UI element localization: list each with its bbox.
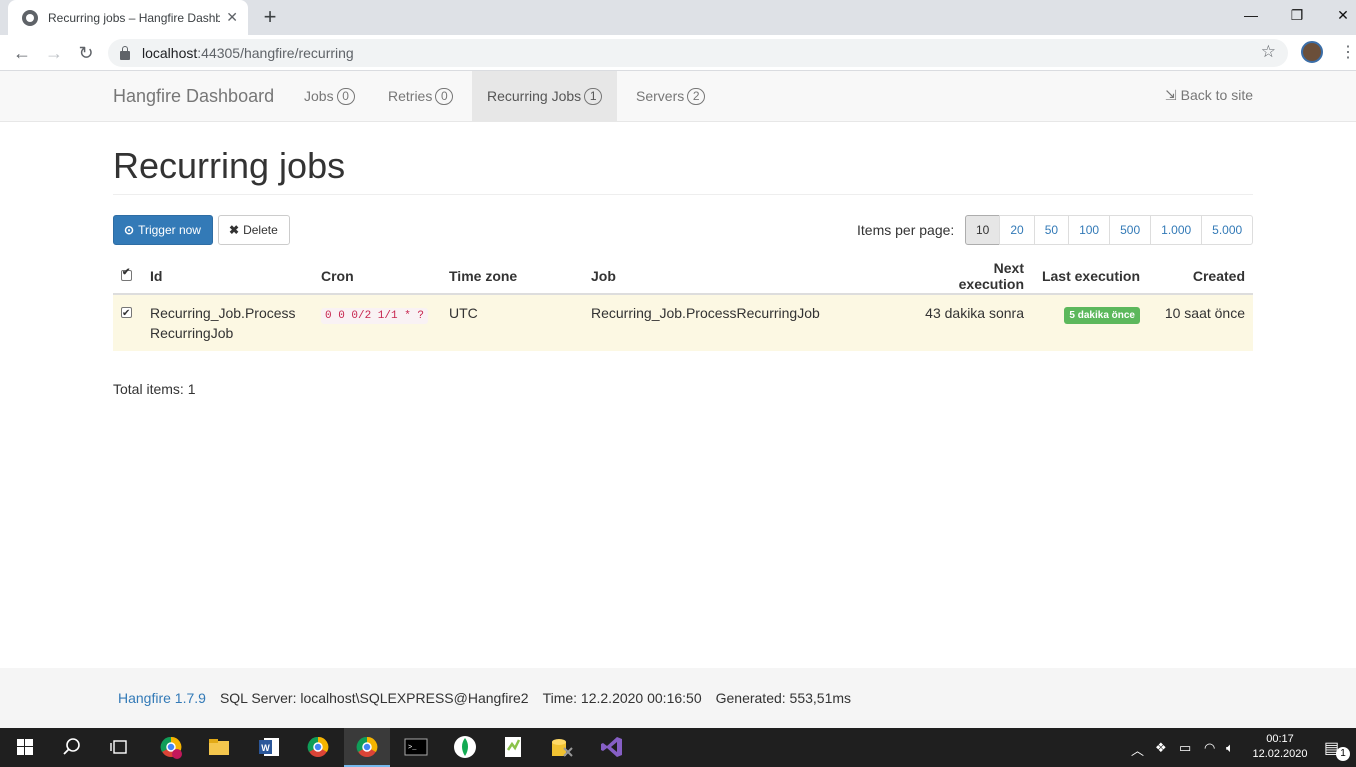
database-tool-icon[interactable] [549,734,575,760]
new-tab-button[interactable]: + [258,4,282,30]
volume-icon[interactable]: 🔈︎ [1226,740,1234,756]
wifi-icon[interactable]: ◠ [1204,740,1215,756]
close-window-button[interactable]: ✕ [1320,0,1356,30]
row-select-cell [113,294,142,351]
browser-tab[interactable]: Recurring jobs – Hangfire Dashbo ✕ [8,0,248,35]
remove-icon: ✖ [229,223,240,237]
svg-text:W: W [261,743,270,753]
page-size-selector: 10 20 50 100 500 1.000 5.000 [965,215,1254,245]
notification-count-badge: 1 [1336,747,1350,761]
tab-title: Recurring jobs – Hangfire Dashbo [48,10,221,25]
job-id-cell: Recurring_Job.Process RecurringJob [142,294,313,351]
page-size-20[interactable]: 20 [999,215,1035,245]
job-id-link[interactable]: Recurring_Job.Process RecurringJob [150,303,305,343]
table-header-row: Id Cron Time zone Job Next execution Las… [113,258,1253,295]
cron-expression: 0 0 0/2 1/1 * ? [321,308,429,324]
cron-cell: 0 0 0/2 1/1 * ? [313,294,441,351]
page-size-50[interactable]: 50 [1033,215,1070,245]
page-title: Recurring jobs [113,145,346,186]
page-size-10[interactable]: 10 [965,215,1001,245]
url-text: localhost:44305/hangfire/recurring [142,45,354,61]
total-items: Total items: 1 [113,381,196,397]
file-explorer-icon[interactable] [206,734,232,760]
page-size-100[interactable]: 100 [1068,215,1111,245]
created-cell: 10 saat önce [1148,294,1253,351]
nav-jobs[interactable]: Jobs 0 [289,71,370,121]
page-size-5000[interactable]: 5.000 [1201,215,1254,245]
lock-icon [120,45,130,60]
reload-icon[interactable]: ↻ [74,41,98,65]
page-size-500[interactable]: 500 [1109,215,1152,245]
windows-start-icon[interactable] [12,734,38,760]
sign-out-icon: ⇲ [1165,87,1177,103]
battery-icon[interactable]: ▭ [1179,740,1191,756]
play-circle-icon: ⊙ [124,223,135,237]
next-execution-cell: 43 dakika sonra [917,294,1032,351]
brand-link[interactable]: Hangfire Dashboard [113,86,274,107]
nav-retries[interactable]: Retries 0 [373,71,468,121]
delete-button[interactable]: ✖ Delete [218,215,290,245]
chrome-user-icon[interactable] [158,734,184,760]
header-last-execution: Last execution [1032,258,1148,295]
header-id[interactable]: Id [142,258,313,295]
servers-count-badge: 2 [687,88,706,105]
table-row[interactable]: Recurring_Job.ProcessRecurringJob 0 0 0/… [113,294,1253,351]
recurring-jobs-table: Id Cron Time zone Job Next execution Las… [113,258,1253,351]
hangfire-version-link[interactable]: Hangfire 1.7.9 [118,690,206,706]
jobs-count-badge: 0 [336,88,355,105]
last-execution-badge[interactable]: 5 dakika önce [1064,307,1140,324]
back-to-site-link[interactable]: ⇲ Back to site [1165,87,1253,104]
show-hidden-icons-icon[interactable]: ︿ [1131,740,1144,759]
recurring-count-badge: 1 [584,88,603,105]
taskbar-clock[interactable]: 00:17 12.02.2020 [1250,732,1310,762]
minimize-button[interactable]: — [1228,0,1274,30]
restore-button[interactable]: ❐ [1274,0,1320,30]
network-drive-icon[interactable]: ❖ [1155,740,1167,756]
chrome-icon[interactable] [305,734,331,760]
header-next-execution: Next execution [917,258,1032,295]
time-zone-cell: UTC [441,294,583,351]
chrome-active-icon[interactable] [354,734,380,760]
row-checkbox[interactable] [121,304,132,324]
url-field[interactable]: localhost:44305/hangfire/recurring ☆ [108,39,1288,67]
header-cron: Cron [313,258,441,295]
generated-time: Generated: 553,51ms [715,690,852,706]
profile-avatar[interactable] [1301,41,1323,63]
page-size-1000[interactable]: 1.000 [1150,215,1203,245]
back-arrow-icon[interactable]: ← [10,41,34,65]
word-icon[interactable]: W [256,734,282,760]
items-per-page-label: Items per page: [857,222,955,238]
nav-servers[interactable]: Servers 2 [621,71,720,121]
select-all-cell [113,258,142,295]
job-name-cell: Recurring_Job.ProcessRecurringJob [583,294,917,351]
browser-tabstrip: Recurring jobs – Hangfire Dashbo ✕ + — ❐… [0,0,1356,35]
title-divider [113,194,1253,195]
server-time: Time: 12.2.2020 00:16:50 [542,690,702,706]
retries-count-badge: 0 [435,88,454,105]
windows-taskbar: W >_ ︿ ❖ ▭ ◠ 🔈︎ 00:17 12.02.2020 ▤ 1 [0,728,1356,767]
close-tab-icon[interactable]: ✕ [226,9,238,26]
header-time-zone: Time zone [441,258,583,295]
last-execution-cell: 5 dakika önce [1032,294,1148,351]
forward-arrow-icon[interactable]: → [42,41,66,65]
address-bar-row: ← → ↻ localhost:44305/hangfire/recurring… [0,35,1356,71]
task-view-icon[interactable] [107,734,133,760]
nav-recurring-jobs[interactable]: Recurring Jobs 1 [472,71,618,121]
search-icon[interactable] [59,734,85,760]
header-job: Job [583,258,917,295]
page-footer: Hangfire 1.7.9 SQL Server: localhost\SQLE… [0,668,1356,728]
bookmark-star-icon[interactable]: ☆ [1261,42,1276,62]
trigger-now-button[interactable]: ⊙ Trigger now [113,215,213,245]
svg-text:>_: >_ [408,744,417,752]
select-all-checkbox[interactable] [121,267,132,281]
globe-icon [22,9,38,26]
terminal-icon[interactable]: >_ [403,734,429,760]
header-created: Created [1148,258,1253,295]
storage-info: SQL Server: localhost\SQLEXPRESS@Hangfir… [219,690,529,706]
hangfire-navbar: Hangfire Dashboard Jobs 0 Retries 0 Recurr… [0,71,1356,122]
menu-kebab-icon[interactable]: ⋮ [1340,42,1356,62]
mongodb-icon[interactable] [452,734,478,760]
visual-studio-icon[interactable] [599,734,625,760]
notepad-plus-icon[interactable] [500,734,526,760]
